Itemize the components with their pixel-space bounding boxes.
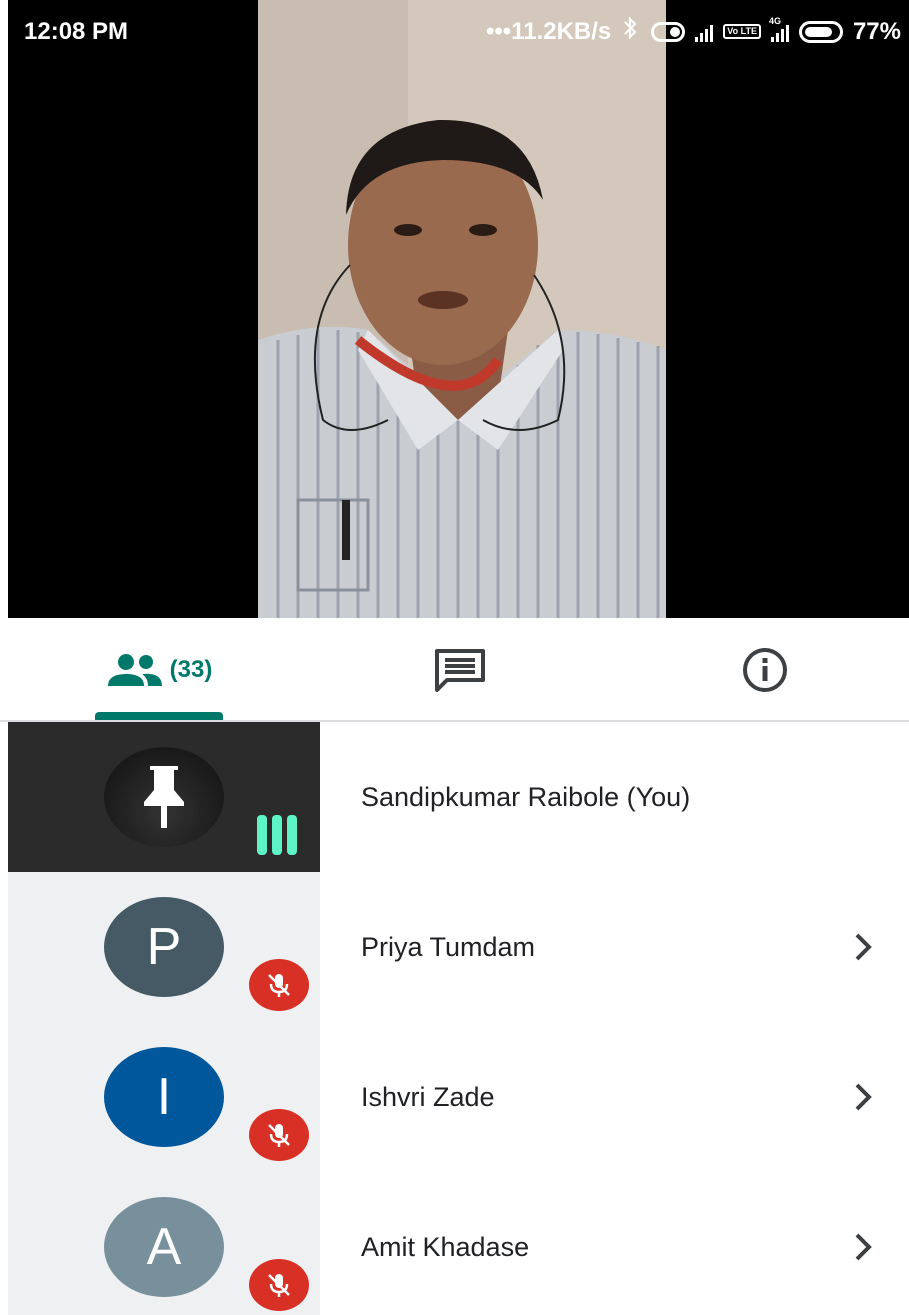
pin-icon[interactable] — [140, 762, 188, 832]
avatar-letter: P — [146, 918, 182, 976]
speaking-indicator-icon — [257, 815, 297, 855]
participant-name: Sandipkumar Raibole (You) — [361, 781, 691, 812]
avatar: A — [104, 1197, 224, 1297]
avatar: P — [104, 897, 224, 997]
mic-off-icon — [249, 959, 309, 1011]
active-tab-indicator — [95, 712, 223, 720]
chevron-right-icon[interactable] — [852, 1079, 876, 1115]
network-speed: •••11.2KB/s — [486, 17, 612, 45]
info-icon — [743, 648, 787, 692]
status-icons: •••11.2KB/s Vo LTE 4G 77% — [486, 16, 901, 47]
battery-icon — [798, 20, 843, 43]
avatar-letter: I — [156, 1068, 172, 1126]
video-area[interactable] — [8, 0, 909, 618]
4g-signal-icon: 4G — [769, 16, 789, 42]
toggle-icon — [651, 21, 686, 42]
tab-bar: (33) — [0, 618, 909, 722]
bluetooth-icon — [621, 16, 641, 47]
tab-chat[interactable] — [420, 618, 500, 722]
tab-info[interactable] — [725, 618, 805, 722]
participant-name: Ishvri Zade — [361, 1081, 495, 1112]
participant-row[interactable]: P Priya Tumdam — [0, 872, 909, 1022]
status-bar: 12:08 PM •••11.2KB/s Vo LTE 4G 77% — [0, 0, 909, 60]
participant-row-self[interactable]: Sandipkumar Raibole (You) — [0, 722, 909, 872]
avatar — [104, 747, 224, 847]
participant-list: Sandipkumar Raibole (You) P Priya Tumdam… — [0, 722, 909, 1315]
avatar: I — [104, 1047, 224, 1147]
battery-percent: 77% — [852, 17, 901, 45]
volte-icon: Vo LTE — [723, 24, 761, 39]
participant-name: Amit Khadase — [361, 1231, 530, 1262]
signal-icon — [695, 22, 714, 42]
chevron-right-icon[interactable] — [852, 929, 876, 965]
participant-row[interactable]: A Amit Khadase — [0, 1172, 909, 1315]
avatar-letter: A — [146, 1218, 182, 1276]
participant-row[interactable]: I Ishvri Zade — [0, 1022, 909, 1172]
network-type: 4G — [768, 15, 781, 26]
status-time: 12:08 PM — [24, 18, 129, 45]
mic-off-icon — [249, 1109, 309, 1161]
people-icon — [107, 654, 162, 686]
participant-video-image — [258, 0, 666, 618]
chat-icon — [435, 649, 485, 692]
chevron-right-icon[interactable] — [852, 1229, 876, 1265]
participant-video[interactable] — [258, 0, 666, 618]
tab-people[interactable]: (33) — [95, 618, 223, 722]
participant-name: Priya Tumdam — [361, 931, 536, 962]
people-count: (33) — [169, 656, 213, 683]
mic-off-icon — [249, 1259, 309, 1311]
